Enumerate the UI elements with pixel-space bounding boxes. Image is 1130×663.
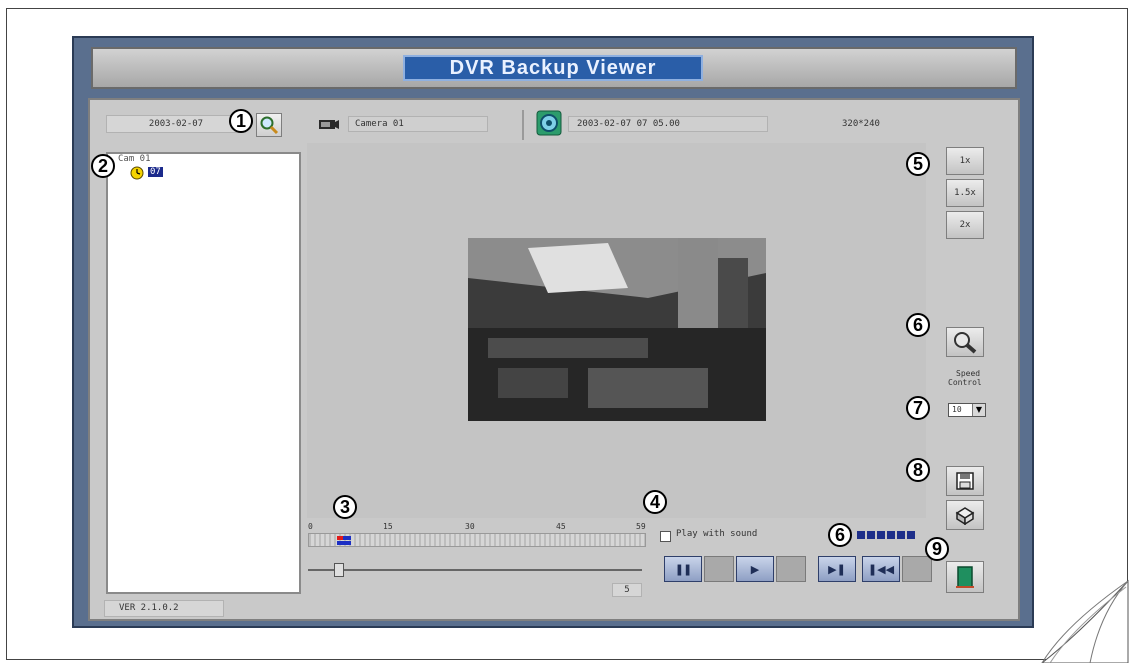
callout-1: 1 <box>229 109 253 133</box>
speed-label-line2: Control <box>948 378 982 387</box>
tree-camera-node[interactable]: Cam 01 <box>118 154 151 164</box>
zoom-1-5x-button[interactable]: 1.5x <box>946 179 984 207</box>
title-bar: DVR Backup Viewer <box>91 47 1017 89</box>
control-spacer <box>902 556 932 582</box>
tick-59: 59 <box>636 522 646 531</box>
progress-block <box>887 531 895 539</box>
tick-45: 45 <box>556 522 566 531</box>
clock-icon <box>130 166 144 180</box>
buffer-progress <box>857 531 921 539</box>
tick-30: 30 <box>465 522 475 531</box>
play-icon: ▶ <box>750 562 760 576</box>
pause-icon: ❚❚ <box>674 562 692 576</box>
callout-6-progress: 6 <box>828 523 852 547</box>
zoom-magnifier-icon <box>954 332 977 354</box>
app-title: DVR Backup Viewer <box>403 55 703 81</box>
recording-tree[interactable]: Cam 01 07 <box>106 152 301 594</box>
slider-track <box>308 569 642 571</box>
record-marker-2 <box>343 536 351 540</box>
camera-name-field: Camera 01 <box>348 116 488 132</box>
exit-button[interactable] <box>946 561 984 593</box>
video-snapshot <box>468 238 766 421</box>
record-marker-3 <box>337 541 351 545</box>
sound-checkbox[interactable] <box>660 531 671 542</box>
control-spacer <box>704 556 734 582</box>
callout-4: 4 <box>643 490 667 514</box>
zoom-1x-button[interactable]: 1x <box>946 147 984 175</box>
magnifier-icon <box>260 116 279 135</box>
play-button[interactable]: ▶ <box>736 556 774 582</box>
progress-block <box>907 531 915 539</box>
camera-status-icon <box>536 110 562 136</box>
printer-icon <box>955 507 975 525</box>
search-button[interactable] <box>256 113 282 137</box>
progress-block <box>867 531 875 539</box>
slider-thumb[interactable] <box>334 563 344 577</box>
callout-9: 9 <box>925 537 949 561</box>
callout-5: 5 <box>906 152 930 176</box>
callout-6: 6 <box>906 313 930 337</box>
record-timeline-bar[interactable] <box>308 533 646 547</box>
zoom-2x-button[interactable]: 2x <box>946 211 984 239</box>
callout-7: 7 <box>906 396 930 420</box>
timestamp-field: 2003-02-07 07 05.00 <box>568 116 768 132</box>
video-frame[interactable] <box>468 238 766 421</box>
progress-block <box>897 531 905 539</box>
sound-checkbox-row[interactable]: Play with sound <box>660 528 805 544</box>
resolution-label: 320*240 <box>842 119 880 129</box>
callout-2: 2 <box>91 154 115 178</box>
speed-label-line1: Speed <box>956 369 981 378</box>
floppy-disk-icon <box>956 472 974 490</box>
slider-value-field: 5 <box>612 583 642 597</box>
info-divider <box>522 110 524 140</box>
progress-block <box>857 531 865 539</box>
date-field[interactable]: 2003-02-07 <box>106 115 246 133</box>
pause-button[interactable]: ❚❚ <box>664 556 702 582</box>
progress-block <box>877 531 885 539</box>
callout-3: 3 <box>333 495 357 519</box>
timeline-scale: 0 15 30 45 59 <box>308 522 648 532</box>
chevron-down-icon[interactable]: ▼ <box>972 404 985 416</box>
tick-15: 15 <box>383 522 393 531</box>
tree-hour-item[interactable]: 07 <box>148 167 163 177</box>
next-frame-button[interactable]: ▶❚ <box>818 556 856 582</box>
speed-select[interactable]: 10 ▼ <box>948 403 986 417</box>
print-button[interactable] <box>946 500 984 530</box>
sound-label: Play with sound <box>676 529 758 539</box>
callout-8: 8 <box>906 458 930 482</box>
save-button[interactable] <box>946 466 984 496</box>
playback-slider[interactable] <box>308 563 642 577</box>
version-label: VER 2.1.0.2 <box>104 600 224 617</box>
next-frame-icon: ▶❚ <box>828 562 846 576</box>
first-frame-icon: ❚◀◀ <box>867 562 895 576</box>
tick-0: 0 <box>308 522 313 531</box>
control-spacer <box>776 556 806 582</box>
first-frame-button[interactable]: ❚◀◀ <box>862 556 900 582</box>
camera-icon <box>319 120 339 129</box>
exit-door-icon <box>956 566 974 588</box>
digital-zoom-button[interactable] <box>946 327 984 357</box>
speed-value: 10 <box>952 405 962 414</box>
